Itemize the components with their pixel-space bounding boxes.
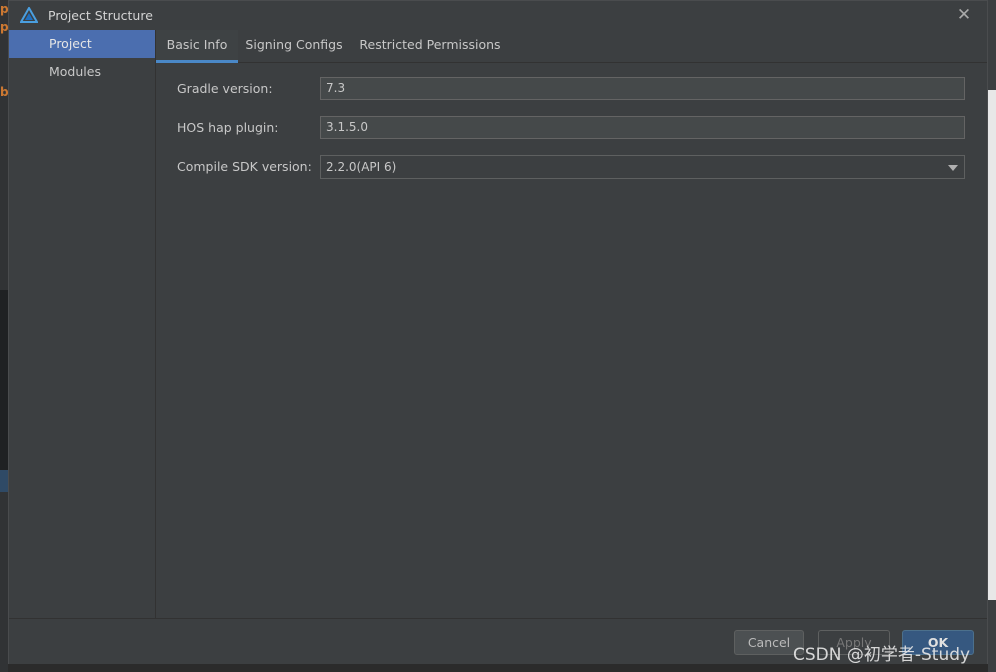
hos-hap-plugin-field[interactable]: 3.1.5.0 [320,116,965,139]
background-editor-right-edge [988,0,996,672]
compile-sdk-version-label: Compile SDK version: [177,159,312,174]
sidebar-item-project[interactable]: Project [9,30,155,58]
dialog-titlebar: Project Structure ✕ [9,1,987,31]
main-panel: Basic Info Signing Configs Restricted Pe… [156,30,987,618]
tab-bar: Basic Info Signing Configs Restricted Pe… [156,30,987,63]
sidebar-item-label: Modules [49,64,101,79]
sidebar-item-label: Project [49,36,92,51]
tab-signing-configs[interactable]: Signing Configs [238,30,350,60]
tab-basic-info[interactable]: Basic Info [156,30,238,63]
dialog-title: Project Structure [48,8,153,23]
gradle-version-label: Gradle version: [177,81,273,96]
compile-sdk-version-select[interactable]: 2.2.0(API 6) [320,155,965,179]
compile-sdk-version-value: 2.2.0(API 6) [326,160,397,174]
gradle-version-field[interactable]: 7.3 [320,77,965,100]
deveco-app-icon [20,7,38,23]
background-editor-left-edge: p p b [0,0,8,672]
sidebar-item-modules[interactable]: Modules [9,58,155,86]
watermark-text: CSDN @初学者-Study [793,645,971,665]
chevron-down-icon [948,165,958,171]
close-icon[interactable]: ✕ [955,6,973,24]
hos-hap-plugin-label: HOS hap plugin: [177,120,279,135]
project-structure-dialog: Project Structure ✕ Project Modules Basi… [8,0,988,664]
sidebar: Project Modules [9,30,156,618]
tab-restricted-permissions[interactable]: Restricted Permissions [350,30,510,60]
